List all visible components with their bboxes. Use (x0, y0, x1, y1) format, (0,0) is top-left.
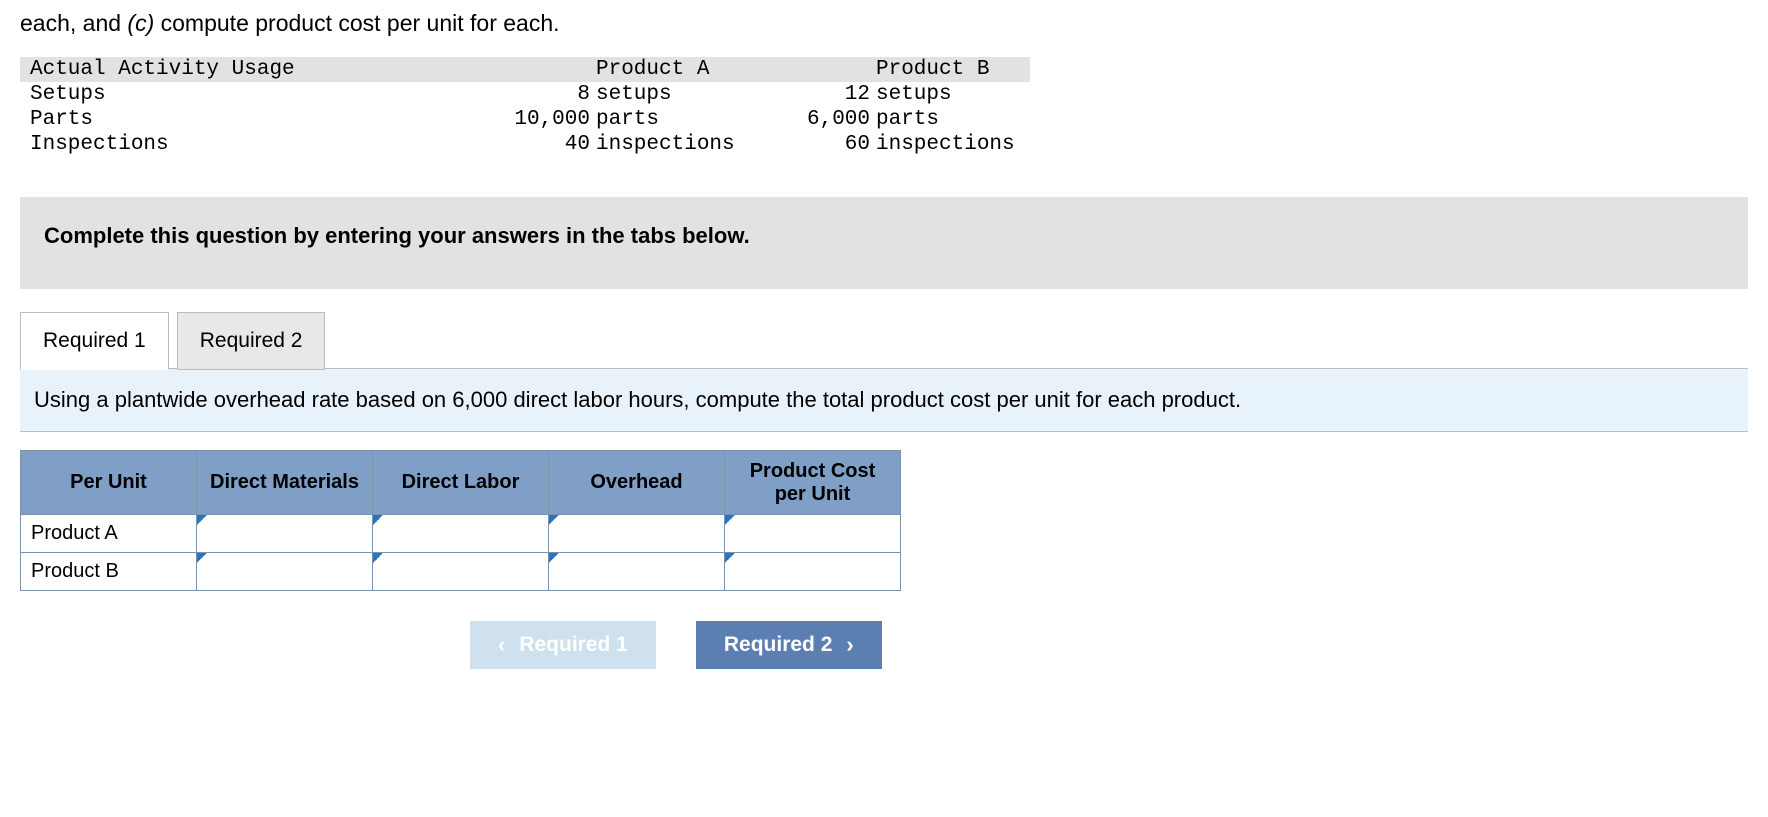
cell-marker-icon (373, 515, 383, 525)
usage-cell: 6,000 (750, 107, 870, 132)
usage-row-label: Inspections (20, 132, 450, 157)
cell-marker-icon (549, 515, 559, 525)
usage-header-product-a: Product A (590, 57, 750, 82)
input-product-a-overhead[interactable] (549, 515, 725, 553)
answer-header-direct-materials: Direct Materials (197, 451, 373, 515)
input-product-b-overhead[interactable] (549, 553, 725, 591)
usage-row-label: Parts (20, 107, 450, 132)
usage-cell: setups (590, 82, 750, 107)
tab-required-1[interactable]: Required 1 (20, 312, 169, 370)
prompt-text: Using a plantwide overhead rate based on… (34, 387, 1241, 412)
input-product-b-cost-per-unit[interactable] (725, 553, 901, 591)
usage-cell: 8 (450, 82, 590, 107)
input-product-a-direct-materials[interactable] (197, 515, 373, 553)
usage-header-activity: Actual Activity Usage (20, 57, 450, 82)
tab-label: Required 2 (200, 329, 303, 352)
tab-required-2[interactable]: Required 2 (177, 312, 326, 370)
row-label-product-b: Product B (21, 553, 197, 591)
chevron-right-icon: › (846, 632, 853, 658)
prompt-strip: Using a plantwide overhead rate based on… (20, 368, 1748, 432)
intro-text: each, and (c) compute product cost per u… (20, 8, 1748, 39)
usage-cell: inspections (870, 132, 1030, 157)
usage-row-label: Setups (20, 82, 450, 107)
usage-cell: parts (590, 107, 750, 132)
tab-row: Required 1 Required 2 (20, 303, 1748, 369)
input-product-a-direct-labor[interactable] (373, 515, 549, 553)
cell-marker-icon (725, 553, 735, 563)
answer-header-direct-labor: Direct Labor (373, 451, 549, 515)
usage-cell: parts (870, 107, 1030, 132)
prev-button-label: Required 1 (519, 633, 628, 657)
usage-header-product-b: Product B (870, 57, 1030, 82)
answer-table: Per Unit Direct Materials Direct Labor O… (20, 450, 901, 591)
usage-cell: inspections (590, 132, 750, 157)
usage-cell: 12 (750, 82, 870, 107)
next-button-label: Required 2 (724, 633, 833, 657)
instruction-text: Complete this question by entering your … (44, 223, 750, 248)
table-row: Product A (21, 515, 901, 553)
activity-usage-table: Actual Activity Usage Product A Product … (20, 57, 1030, 157)
usage-cell: 10,000 (450, 107, 590, 132)
tab-label: Required 1 (43, 329, 146, 352)
answer-header-overhead: Overhead (549, 451, 725, 515)
usage-cell: 40 (450, 132, 590, 157)
table-row: Product B (21, 553, 901, 591)
input-product-a-cost-per-unit[interactable] (725, 515, 901, 553)
answer-header-per-unit: Per Unit (21, 451, 197, 515)
tab-underline (325, 368, 1748, 369)
answer-header-product-cost: Product Cost per Unit (725, 451, 901, 515)
cell-marker-icon (197, 553, 207, 563)
nav-row: ‹ Required 1 Required 2 › (470, 621, 1748, 669)
cell-marker-icon (725, 515, 735, 525)
row-label-product-a: Product A (21, 515, 197, 553)
instruction-bar: Complete this question by entering your … (20, 197, 1748, 289)
cell-marker-icon (373, 553, 383, 563)
chevron-left-icon: ‹ (498, 632, 505, 658)
input-product-b-direct-labor[interactable] (373, 553, 549, 591)
intro-suffix: compute product cost per unit for each. (154, 10, 559, 36)
cell-marker-icon (197, 515, 207, 525)
input-product-b-direct-materials[interactable] (197, 553, 373, 591)
cell-marker-icon (549, 553, 559, 563)
usage-cell: 60 (750, 132, 870, 157)
next-button[interactable]: Required 2 › (696, 621, 882, 669)
prev-button[interactable]: ‹ Required 1 (470, 621, 656, 669)
intro-prefix: each, and (20, 10, 127, 36)
intro-part-label: (c) (127, 10, 154, 36)
usage-cell: setups (870, 82, 1030, 107)
